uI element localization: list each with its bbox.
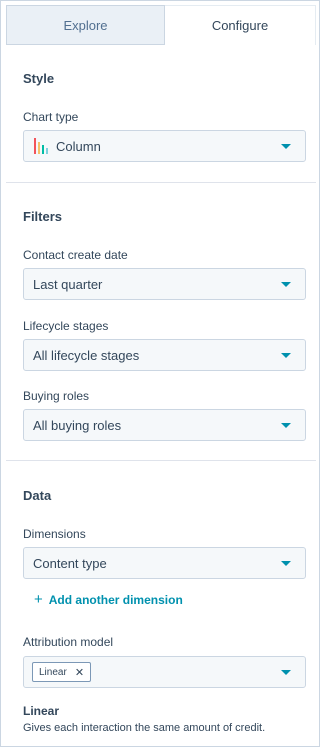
report-config-panel: Explore Configure Style Chart type Colum… [0,0,320,747]
chevron-down-icon [281,422,291,428]
attribution-model-select[interactable]: Linear ✕ [23,656,306,688]
style-section-title: Style [23,71,55,86]
tab-explore[interactable]: Explore [6,5,165,45]
chart-type-label: Chart type [23,110,79,124]
chevron-down-icon [281,143,291,149]
contact-create-date-value: Last quarter [33,276,103,292]
add-dimension-label: Add another dimension [48,593,183,607]
attribution-model-label: Attribution model [23,635,114,649]
chart-type-select[interactable]: Column [23,130,306,162]
lifecycle-stages-select[interactable]: All lifecycle stages [23,339,306,371]
filters-section-title: Filters [23,209,63,224]
chevron-down-icon [281,352,291,358]
dimensions-value: Content type [33,555,107,571]
lifecycle-stages-label: Lifecycle stages [23,319,109,333]
attribution-model-tag: Linear ✕ [32,662,92,682]
panel-tabs: Explore Configure [6,5,316,45]
dimensions-select[interactable]: Content type [23,547,306,579]
contact-create-date-select[interactable]: Last quarter [23,268,306,300]
plus-icon: + [34,591,43,608]
chevron-down-icon [281,281,291,287]
chevron-down-icon [281,669,291,675]
dimensions-label: Dimensions [23,527,86,541]
divider [6,460,316,461]
chevron-down-icon [281,560,291,566]
buying-roles-select[interactable]: All buying roles [23,409,306,441]
divider [6,182,316,183]
contact-create-date-label: Contact create date [23,248,128,262]
buying-roles-label: Buying roles [23,389,90,403]
data-section-title: Data [23,488,52,503]
model-description-text: Gives each interaction the same amount o… [23,722,266,734]
column-chart-icon [34,138,48,154]
tab-configure[interactable]: Configure [165,5,316,45]
model-description-title: Linear [23,704,60,718]
attribution-model-tag-label: Linear [39,666,67,678]
buying-roles-value: All buying roles [33,417,122,433]
close-icon[interactable]: ✕ [75,666,84,679]
chart-type-value: Column [56,138,101,154]
add-dimension-link[interactable]: + Add another dimension [34,591,183,608]
lifecycle-stages-value: All lifecycle stages [33,347,140,363]
